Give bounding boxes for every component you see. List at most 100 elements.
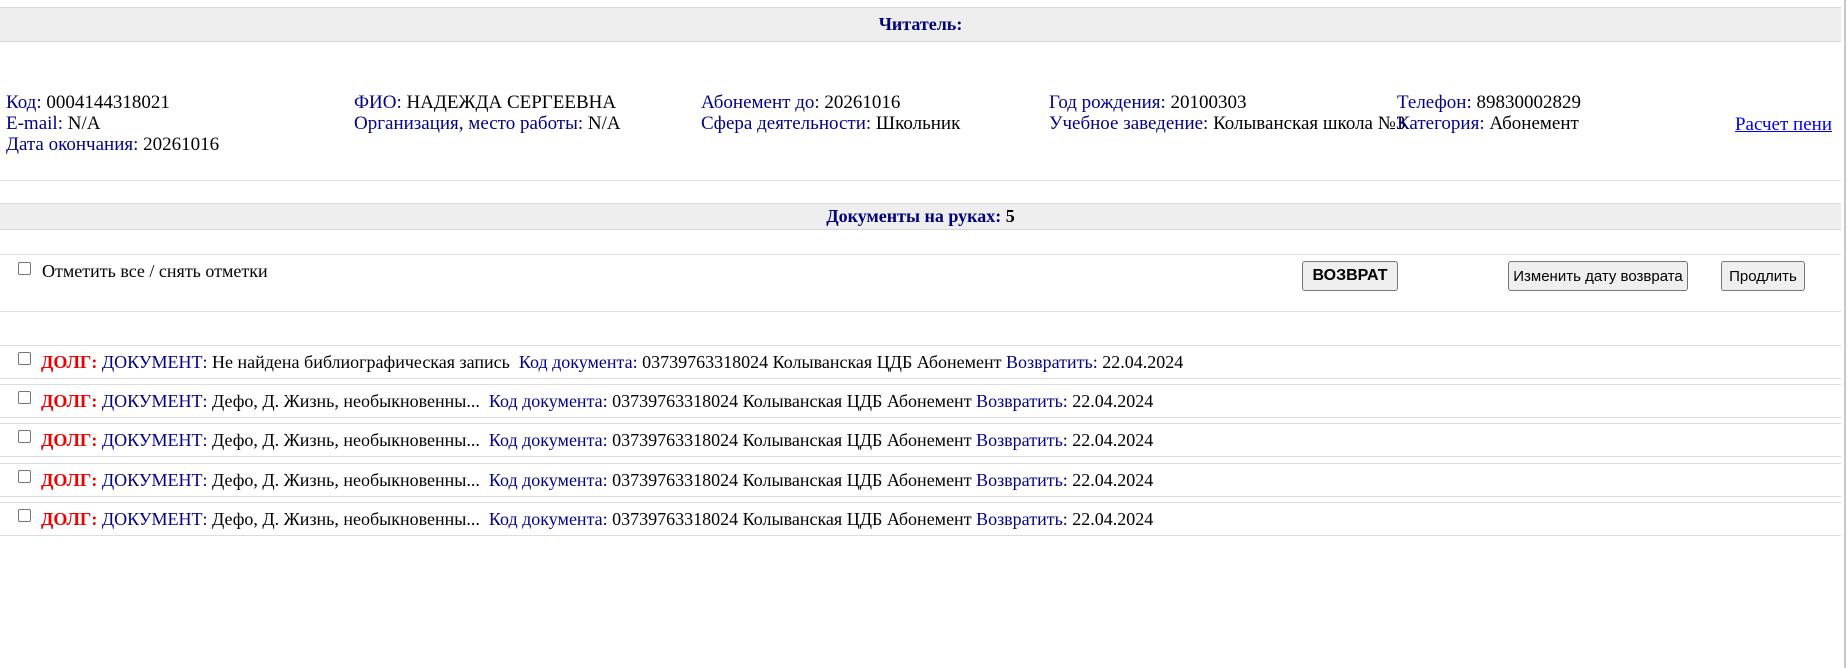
document-label: ДОКУМЕНТ: xyxy=(101,470,208,490)
debt-label: ДОЛГ: xyxy=(41,509,98,529)
debt-label: ДОЛГ: xyxy=(41,430,98,450)
reader-code-label: Код: xyxy=(6,92,42,113)
loan-text: ДОЛГ: ДОКУМЕНТ: Дефо, Д. Жизнь, необыкно… xyxy=(41,509,1153,530)
document-code-label: Код документа: xyxy=(488,509,608,529)
reader-email-value: N/A xyxy=(67,113,101,134)
document-title: Дефо, Д. Жизнь, необыкновенны... xyxy=(212,391,480,411)
document-title: Не найдена библиографическая запись xyxy=(212,352,510,372)
document-code-label: Код документа: xyxy=(488,430,608,450)
reader-category-value: Абонемент xyxy=(1489,113,1579,134)
reader-org-label: Организация, место работы: xyxy=(354,113,584,134)
penalty-calc-link[interactable]: Расчет пени xyxy=(1735,114,1832,135)
reader-org-value: N/A xyxy=(587,113,621,134)
document-code-label: Код документа: xyxy=(488,391,608,411)
reader-birth-label: Год рождения: xyxy=(1049,92,1166,113)
change-return-date-button[interactable]: Изменить дату возврата xyxy=(1508,261,1688,291)
reader-school-value: Колыванская школа №3 xyxy=(1213,113,1406,134)
reader-phone-value: 89830002829 xyxy=(1476,92,1581,113)
loan-row: ДОЛГ: ДОКУМЕНТ: Дефо, Д. Жизнь, необыкно… xyxy=(0,463,1841,497)
reader-birth-value: 20100303 xyxy=(1170,92,1247,113)
reader-phone: Телефон: 89830002829 xyxy=(1397,92,1581,113)
reader-sphere: Сфера деятельности: Школьник xyxy=(701,113,960,134)
document-location: Колыванская ЦДБ Абонемент xyxy=(742,391,972,411)
loan-checkbox[interactable] xyxy=(18,430,31,443)
document-label: ДОКУМЕНТ: xyxy=(101,391,208,411)
loan-checkbox[interactable] xyxy=(18,352,31,365)
reader-end-date-label: Дата окончания: xyxy=(6,134,139,155)
document-location: Колыванская ЦДБ Абонемент xyxy=(742,430,972,450)
return-button[interactable]: ВОЗВРАТ xyxy=(1302,261,1398,291)
select-all-checkbox[interactable] xyxy=(18,262,31,275)
document-code: 03739763318024 xyxy=(642,352,769,372)
reader-subscription-value: 20261016 xyxy=(824,92,901,113)
reader-email: E-mail: N/A xyxy=(6,113,100,134)
return-label: Возвратить: xyxy=(976,430,1068,450)
debt-label: ДОЛГ: xyxy=(41,470,98,490)
loan-checkbox[interactable] xyxy=(18,391,31,404)
reader-school-label: Учебное заведение: xyxy=(1049,113,1209,134)
reader-name-label: ФИО: xyxy=(354,92,402,113)
return-date: 22.04.2024 xyxy=(1102,352,1184,372)
reader-subscription: Абонемент до: 20261016 xyxy=(701,92,900,113)
reader-header-title: Читатель: xyxy=(878,14,963,34)
documents-count: 5 xyxy=(1005,206,1015,226)
document-code-label: Код документа: xyxy=(518,352,638,372)
reader-subscription-label: Абонемент до: xyxy=(701,92,820,113)
documents-header-label: Документы на руках: xyxy=(826,206,1002,226)
circulation-page: Читатель: Код: 0004144318021 E-mail: N/A… xyxy=(0,0,1846,668)
document-location: Колыванская ЦДБ Абонемент xyxy=(772,352,1002,372)
reader-code: Код: 0004144318021 xyxy=(6,92,170,113)
reader-category-label: Категория: xyxy=(1397,113,1485,134)
reader-org: Организация, место работы: N/A xyxy=(354,113,621,134)
reader-end-date: Дата окончания: 20261016 xyxy=(6,134,219,155)
reader-name: ФИО: НАДЕЖДА СЕРГЕЕВНА xyxy=(354,92,616,113)
documents-header: Документы на руках: 5 xyxy=(0,203,1841,230)
debt-label: ДОЛГ: xyxy=(41,391,98,411)
return-date: 22.04.2024 xyxy=(1072,470,1154,490)
reader-sphere-label: Сфера деятельности: xyxy=(701,113,872,134)
loan-row: ДОЛГ: ДОКУМЕНТ: Не найдена библиографиче… xyxy=(0,345,1841,379)
document-label: ДОКУМЕНТ: xyxy=(101,430,208,450)
loan-checkbox[interactable] xyxy=(18,509,31,522)
select-all-label: Отметить все / снять отметки xyxy=(42,261,268,281)
return-date: 22.04.2024 xyxy=(1072,509,1154,529)
document-title: Дефо, Д. Жизнь, необыкновенны... xyxy=(212,430,480,450)
reader-email-label: E-mail: xyxy=(6,113,63,134)
divider xyxy=(0,254,1841,255)
debt-label: ДОЛГ: xyxy=(41,352,98,372)
extend-button[interactable]: Продлить xyxy=(1721,261,1805,291)
document-label: ДОКУМЕНТ: xyxy=(101,352,208,372)
loan-text: ДОЛГ: ДОКУМЕНТ: Дефо, Д. Жизнь, необыкно… xyxy=(41,470,1153,491)
document-code: 03739763318024 xyxy=(612,391,739,411)
document-code: 03739763318024 xyxy=(612,430,739,450)
loan-text: ДОЛГ: ДОКУМЕНТ: Дефо, Д. Жизнь, необыкно… xyxy=(41,391,1153,412)
return-label: Возвратить: xyxy=(976,391,1068,411)
loan-checkbox[interactable] xyxy=(18,470,31,483)
document-title: Дефо, Д. Жизнь, необыкновенны... xyxy=(212,509,480,529)
loan-row: ДОЛГ: ДОКУМЕНТ: Дефо, Д. Жизнь, необыкно… xyxy=(0,502,1841,536)
loan-row: ДОЛГ: ДОКУМЕНТ: Дефо, Д. Жизнь, необыкно… xyxy=(0,384,1841,418)
reader-header: Читатель: xyxy=(0,7,1841,42)
document-location: Колыванская ЦДБ Абонемент xyxy=(742,470,972,490)
reader-school: Учебное заведение: Колыванская школа №3 xyxy=(1049,113,1405,134)
return-date: 22.04.2024 xyxy=(1072,430,1154,450)
document-title: Дефо, Д. Жизнь, необыкновенны... xyxy=(212,470,480,490)
reader-phone-label: Телефон: xyxy=(1397,92,1472,113)
reader-end-date-value: 20261016 xyxy=(143,134,220,155)
document-code: 03739763318024 xyxy=(612,470,739,490)
loan-text: ДОЛГ: ДОКУМЕНТ: Дефо, Д. Жизнь, необыкно… xyxy=(41,430,1153,451)
return-label: Возвратить: xyxy=(1006,352,1098,372)
return-label: Возвратить: xyxy=(976,509,1068,529)
document-label: ДОКУМЕНТ: xyxy=(101,509,208,529)
reader-code-value: 0004144318021 xyxy=(46,92,170,113)
return-label: Возвратить: xyxy=(976,470,1068,490)
divider xyxy=(0,180,1841,181)
document-location: Колыванская ЦДБ Абонемент xyxy=(742,509,972,529)
reader-category: Категория: Абонемент xyxy=(1397,113,1579,134)
loan-text: ДОЛГ: ДОКУМЕНТ: Не найдена библиографиче… xyxy=(41,352,1183,373)
reader-sphere-value: Школьник xyxy=(875,113,961,134)
document-code: 03739763318024 xyxy=(612,509,739,529)
loan-row: ДОЛГ: ДОКУМЕНТ: Дефо, Д. Жизнь, необыкно… xyxy=(0,423,1841,457)
divider xyxy=(0,311,1841,312)
reader-birth: Год рождения: 20100303 xyxy=(1049,92,1247,113)
